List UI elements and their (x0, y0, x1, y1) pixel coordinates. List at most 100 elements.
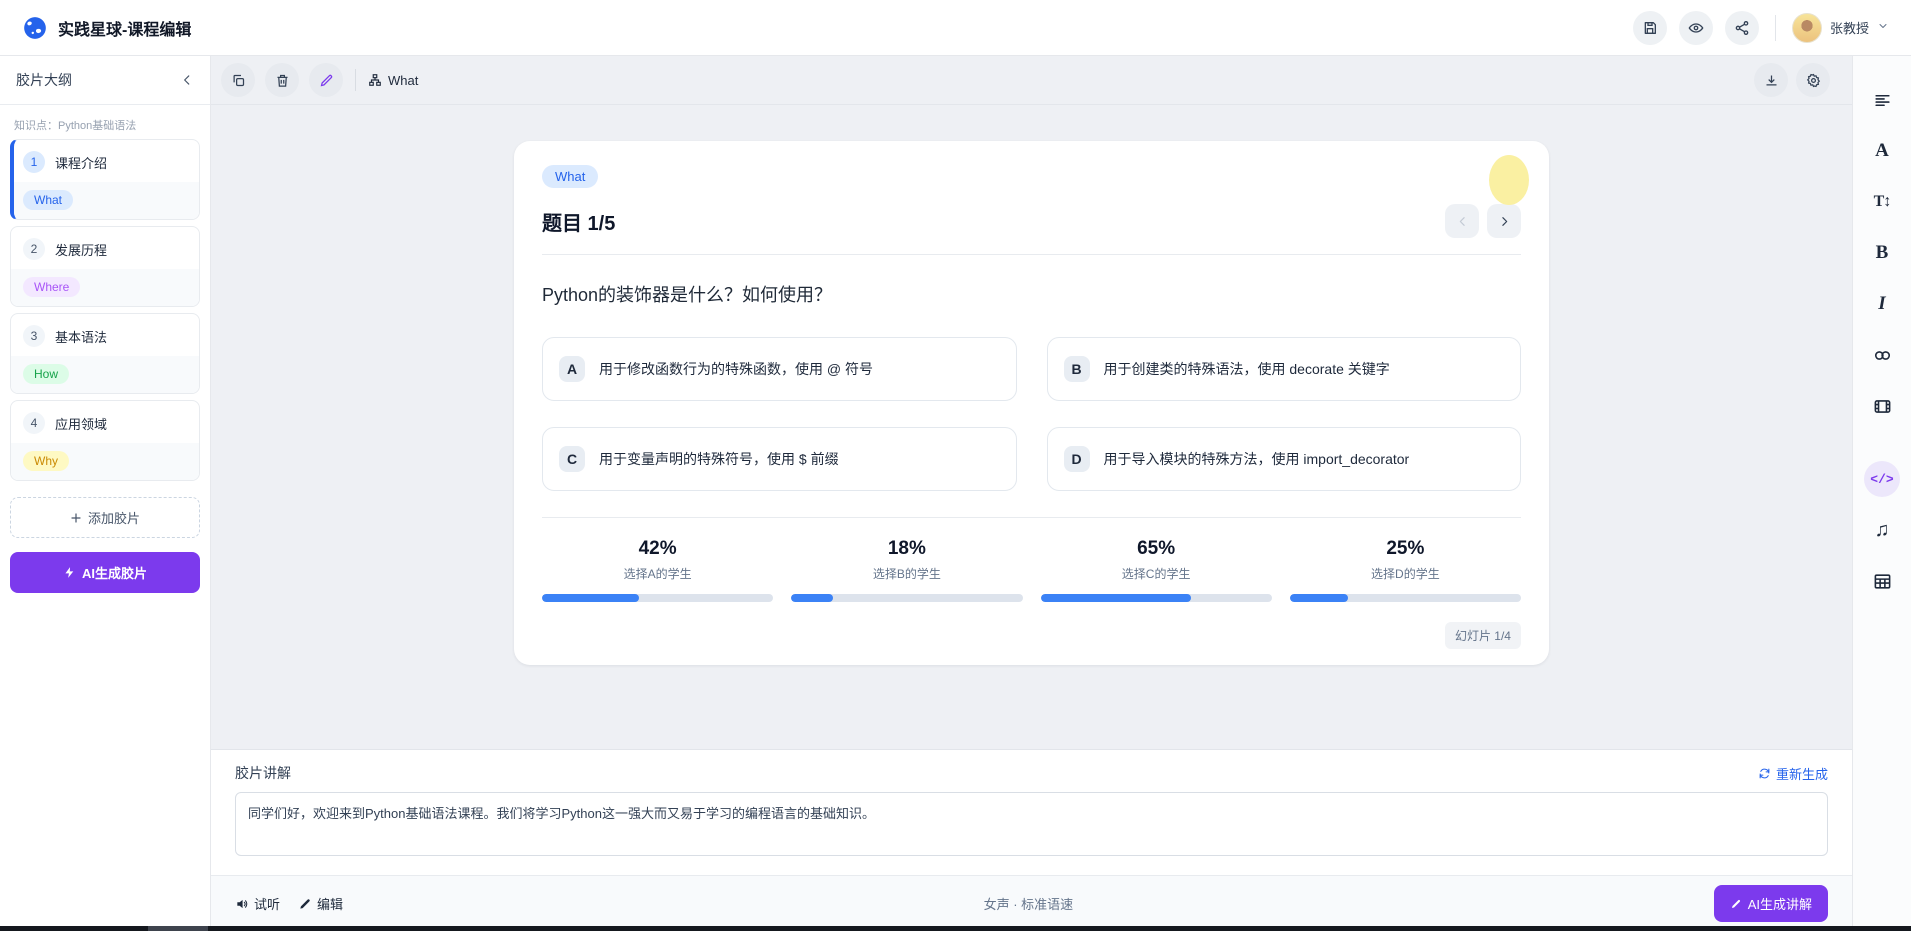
slide-tag: What (23, 190, 73, 210)
slide-label: 发展历程 (55, 240, 107, 259)
slide-label: 课程介绍 (55, 153, 107, 172)
font-button[interactable]: A (1864, 133, 1900, 169)
chevron-down-icon (1877, 19, 1889, 37)
toolbar-divider (355, 69, 356, 91)
edit-narration-button[interactable]: 编辑 (298, 894, 343, 913)
duplicate-slide-button[interactable] (221, 63, 255, 97)
stat-label: 选择B的学生 (791, 565, 1022, 582)
slide-number: 1 (23, 151, 45, 173)
voice-setting-label: 女声 · 标准语速 (343, 894, 1714, 913)
text-size-button[interactable]: T↕ (1864, 184, 1900, 220)
next-question-button[interactable] (1487, 204, 1521, 238)
download-button[interactable] (1754, 63, 1788, 97)
pencil-icon (1730, 898, 1742, 910)
slide-tag: Where (23, 277, 80, 297)
align-left-button[interactable] (1864, 82, 1900, 118)
save-button[interactable] (1633, 11, 1667, 45)
slide-number: 2 (23, 238, 45, 260)
narration-footer: 试听 编辑 女声 · 标准语速 AI生成讲解 (211, 875, 1852, 931)
option-c[interactable]: C 用于变量声明的特殊符号，使用 $ 前缀 (542, 427, 1017, 491)
code-button[interactable]: </> (1864, 461, 1900, 497)
editor-main: What What 题目 1/5 (211, 56, 1852, 931)
slide-item-4[interactable]: 4 应用领域 Why (10, 400, 200, 481)
progress-track (1290, 594, 1521, 602)
chevron-left-icon (180, 73, 194, 87)
regenerate-button[interactable]: 重新生成 (1758, 764, 1828, 783)
quiz-slide-card: What 题目 1/5 (514, 141, 1549, 665)
speaker-icon (235, 897, 249, 911)
collapse-sidebar-button[interactable] (180, 73, 194, 87)
slide-page-indicator: 幻灯片 1/4 (1445, 622, 1521, 649)
option-d[interactable]: D 用于导入模块的特殊方法，使用 import_decorator (1047, 427, 1522, 491)
stat-label: 选择D的学生 (1290, 565, 1521, 582)
pencil-icon (319, 73, 334, 88)
option-b[interactable]: B 用于创建类的特殊语法，使用 decorate 关键字 (1047, 337, 1522, 401)
question-text: Python的装饰器是什么？如何使用？ (542, 281, 1521, 307)
preview-audio-button[interactable]: 试听 (235, 894, 280, 913)
italic-button[interactable]: I (1864, 286, 1900, 322)
card-divider (542, 517, 1521, 518)
slide-type-label: What (388, 73, 418, 88)
decorative-circle (1489, 155, 1529, 205)
narration-textarea[interactable]: 同学们好，欢迎来到Python基础语法课程。我们将学习Python这一强大而又易… (235, 792, 1828, 856)
stat-percent: 25% (1290, 538, 1521, 560)
stat-c: 65% 选择C的学生 (1041, 538, 1272, 602)
slide-tag: How (23, 364, 69, 384)
add-slide-button[interactable]: 添加胶片 (10, 497, 200, 538)
slide-item-2[interactable]: 2 发展历程 Where (10, 226, 200, 307)
video-button[interactable] (1864, 388, 1900, 424)
stat-a: 42% 选择A的学生 (542, 538, 773, 602)
option-letter: A (559, 356, 585, 382)
lightning-icon (63, 566, 76, 579)
plus-icon (70, 512, 82, 524)
link-button[interactable] (1864, 337, 1900, 373)
stat-percent: 18% (791, 538, 1022, 560)
option-text: 用于修改函数行为的特殊函数，使用 @ 符号 (599, 359, 873, 379)
slide-type-badge: What (542, 165, 598, 188)
progress-track (791, 594, 1022, 602)
settings-button[interactable] (1796, 63, 1830, 97)
progress-track (542, 594, 773, 602)
slide-number: 4 (23, 412, 45, 434)
chevron-left-icon (1456, 215, 1469, 228)
slide-item-3[interactable]: 3 基本语法 How (10, 313, 200, 394)
progress-fill (791, 594, 833, 602)
app-logo-globe-icon (22, 15, 48, 41)
slide-label: 基本语法 (55, 327, 107, 346)
canvas-toolbar: What (211, 56, 1852, 105)
user-menu[interactable]: 张教授 (1792, 13, 1889, 43)
scrollbar-thumb[interactable] (148, 926, 208, 931)
progress-fill (542, 594, 639, 602)
slide-outline-sidebar: 胶片大纲 知识点：Python基础语法 1 课程介绍 What (0, 56, 211, 931)
eye-icon (1688, 20, 1704, 36)
bold-button[interactable]: B (1864, 235, 1900, 271)
preview-button[interactable] (1679, 11, 1713, 45)
option-letter: C (559, 446, 585, 472)
options-grid: A 用于修改函数行为的特殊函数，使用 @ 符号 B 用于创建类的特殊语法，使用 … (542, 337, 1521, 491)
save-icon (1642, 20, 1658, 36)
option-text: 用于创建类的特殊语法，使用 decorate 关键字 (1104, 359, 1390, 379)
edit-slide-button[interactable] (309, 63, 343, 97)
share-button[interactable] (1725, 11, 1759, 45)
slide-label: 应用领域 (55, 414, 107, 433)
app-window: 实践星球-课程编辑 张教授 胶片 (0, 0, 1911, 931)
slide-item-1[interactable]: 1 课程介绍 What (10, 139, 200, 220)
progress-fill (1041, 594, 1191, 602)
option-letter: B (1064, 356, 1090, 382)
option-letter: D (1064, 446, 1090, 472)
ai-generate-slides-button[interactable]: AI生成胶片 (10, 552, 200, 593)
horizontal-scrollbar[interactable] (0, 926, 1911, 931)
chevron-right-icon (1498, 215, 1511, 228)
stat-percent: 42% (542, 538, 773, 560)
refresh-icon (1758, 767, 1771, 780)
music-button[interactable]: ♫ (1864, 512, 1900, 548)
previous-question-button[interactable] (1445, 204, 1479, 238)
delete-slide-button[interactable] (265, 63, 299, 97)
table-icon (1873, 572, 1892, 591)
table-button[interactable] (1864, 563, 1900, 599)
option-a[interactable]: A 用于修改函数行为的特殊函数，使用 @ 符号 (542, 337, 1017, 401)
progress-track (1041, 594, 1272, 602)
ai-generate-narration-button[interactable]: AI生成讲解 (1714, 885, 1828, 922)
format-tool-rail: A T↕ B I </> ♫ (1852, 56, 1911, 931)
stat-label: 选择C的学生 (1041, 565, 1272, 582)
